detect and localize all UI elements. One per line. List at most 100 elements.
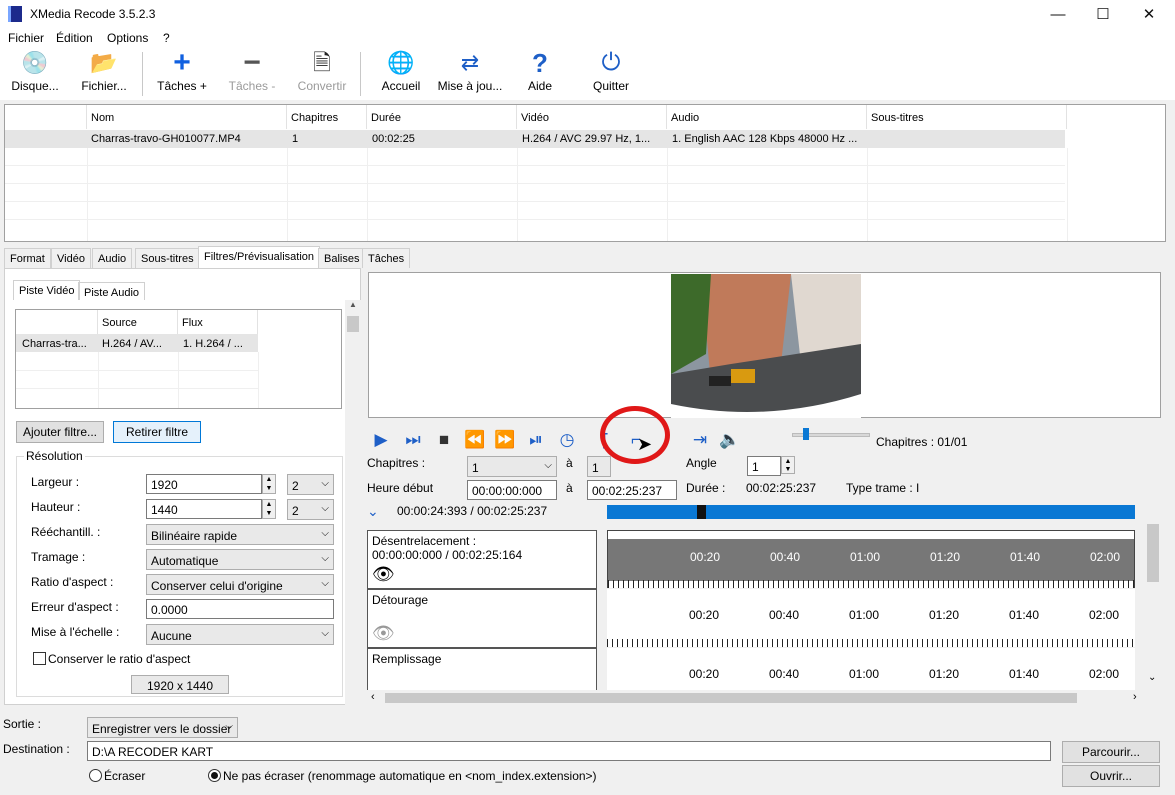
overwrite-radio[interactable] [89,769,102,782]
tick-label: 01:40 [1009,667,1040,681]
volume-slider-thumb[interactable] [803,428,809,440]
remove-task-button[interactable]: − Tâches - [224,48,280,98]
help-button[interactable]: ? Aide [518,50,562,98]
chevron-down-icon: ⌵ [225,721,233,732]
width-input[interactable]: 1920 [146,474,262,494]
aspect-select[interactable]: Conserver celui d'origine ⌵ [146,574,334,595]
dither-select[interactable]: Automatique ⌵ [146,549,334,570]
subtab-video[interactable]: Piste Vidéo [13,280,81,300]
power-icon: ⏻ [601,49,621,76]
home-button[interactable]: 🌐 Accueil [374,50,428,98]
minimize-button[interactable]: — [1035,0,1081,28]
tick-label: 00:20 [689,608,720,622]
menu-options[interactable]: Options [107,31,148,45]
scale-select[interactable]: Aucune ⌵ [146,624,334,645]
tab-sous-titres[interactable]: Sous-titres [135,248,200,268]
width-divisor-select[interactable]: 2 ⌵ [287,474,334,495]
seek-thumb[interactable] [697,505,706,519]
go-to-end-icon[interactable]: ⇥ [688,428,712,452]
col-duree[interactable]: Durée [367,105,517,129]
preview-frame [671,274,861,418]
tab-filtres[interactable]: Filtres/Prévisualisation [198,246,321,268]
rewind-icon[interactable]: ⏪ [463,428,487,452]
chevron-down-icon[interactable]: ⌄ [367,503,379,520]
destination-input[interactable]: D:\A RECODER KART [87,741,1051,761]
left-scrollbar[interactable]: ▲ [345,300,361,705]
menu-fichier[interactable]: Fichier [8,31,44,45]
play-icon[interactable]: ▶ [369,428,393,452]
fast-forward-icon[interactable]: ⏩ [493,428,517,452]
close-button[interactable]: ✕ [1126,0,1172,28]
stop-icon[interactable]: ■ [432,428,456,452]
maximize-button[interactable]: ☐ [1080,0,1126,28]
height-divisor-select[interactable]: 2 ⌵ [287,499,334,520]
video-preview [368,272,1161,418]
start-time-input[interactable]: 00:00:00:000 [467,480,557,500]
height-spinner[interactable]: ▲ ▼ [262,499,276,519]
convert-button[interactable]: 🗎 Convertir [294,50,350,98]
col-flux[interactable]: Flux [178,310,258,334]
aspect-error-input[interactable]: 0.0000 [146,599,334,619]
chapter-from-select[interactable]: 1 ⌵ [467,456,557,477]
tracks-hscrollbar[interactable]: ‹ › [367,690,1145,706]
chapter-to-select[interactable]: 1 [587,456,611,477]
track-bar-crop[interactable]: 00:20 00:40 01:00 01:20 01:40 02:00 [607,589,1135,647]
tab-taches[interactable]: Tâches [362,248,411,268]
menu-edition[interactable]: Édition [56,31,93,45]
tick-label: 01:20 [929,667,960,681]
menu-help[interactable]: ? [163,31,170,45]
clock-icon[interactable]: ◷ [555,428,579,452]
tab-balises[interactable]: Balises [318,248,366,268]
chevron-down-icon: ⌵ [321,478,329,489]
add-task-button[interactable]: + Tâches + [152,48,212,98]
next-frame-icon[interactable]: ⏭ [401,428,425,452]
stream-list[interactable]: Source Flux Charras-tra... H.264 / AV...… [15,309,342,409]
track-deinterlace[interactable]: Désentrelacement : 00:00:00:000 / 00:02:… [367,530,597,589]
tab-format[interactable]: Format [4,248,51,268]
tab-video[interactable]: Vidéo [51,248,91,268]
file-list[interactable]: Nom Chapitres Durée Vidéo Audio Sous-tit… [4,104,1166,242]
tracks-scrollbar[interactable]: ⌄ [1145,520,1161,690]
track-bar-padding[interactable]: 00:20 00:40 01:00 01:20 01:40 02:00 [607,648,1135,690]
tick-label: 00:40 [769,667,800,681]
step-forward-icon[interactable]: ⏯ [524,428,548,452]
browse-button[interactable]: Parcourir... [1062,741,1160,763]
col-source[interactable]: Source [98,310,178,334]
keep-ratio-checkbox[interactable] [33,652,46,665]
track-padding[interactable]: Remplissage [367,648,597,690]
resample-select[interactable]: Bilinéaire rapide ⌵ [146,524,334,545]
open-button[interactable]: Ouvrir... [1062,765,1160,787]
quit-button[interactable]: ⏻ Quitter [586,50,636,98]
add-filter-button[interactable]: Ajouter filtre... [16,421,104,443]
width-spinner[interactable]: ▲ ▼ [262,474,276,494]
height-input[interactable]: 1440 [146,499,262,519]
eye-icon[interactable]: 👁 [372,564,395,585]
output-select[interactable]: Enregistrer vers le dossier ⌵ [87,717,238,738]
col-video[interactable]: Vidéo [517,105,667,129]
col-sous-titres[interactable]: Sous-titres [867,105,1067,129]
remove-filter-button[interactable]: Retirer filtre [113,421,201,443]
tick-label: 00:40 [769,608,800,622]
angle-spinner[interactable]: ▲ ▼ [781,456,795,474]
track-bar-deinterlace[interactable]: 00:20 00:40 01:00 01:20 01:40 02:00 [607,530,1136,588]
tab-audio[interactable]: Audio [92,248,133,268]
tick-label: 01:40 [1010,550,1041,564]
track-crop[interactable]: Détourage 👁 [367,589,597,648]
col-chapitres[interactable]: Chapitres [287,105,367,129]
seek-bar[interactable] [607,505,1135,519]
angle-input[interactable]: 1 [747,456,781,476]
volume-icon[interactable]: 🔈 [718,428,742,452]
end-time-input[interactable]: 00:02:25:237 [587,480,677,500]
col-nom[interactable]: Nom [87,105,287,129]
convert-icon: 🗎 [313,50,331,75]
eye-icon[interactable]: 👁 [372,623,395,644]
chevron-down-icon: ⌵ [321,578,329,589]
col-audio[interactable]: Audio [667,105,867,129]
frame-type-value: I [916,481,920,495]
app-icon [8,6,22,22]
subtab-audio[interactable]: Piste Audio [78,282,146,300]
update-button[interactable]: ⇄ Mise à jou... [436,50,504,98]
no-overwrite-radio[interactable] [208,769,221,782]
disc-button[interactable]: 💿 Disque... [6,50,64,98]
file-button[interactable]: 📂 Fichier... [76,50,132,98]
